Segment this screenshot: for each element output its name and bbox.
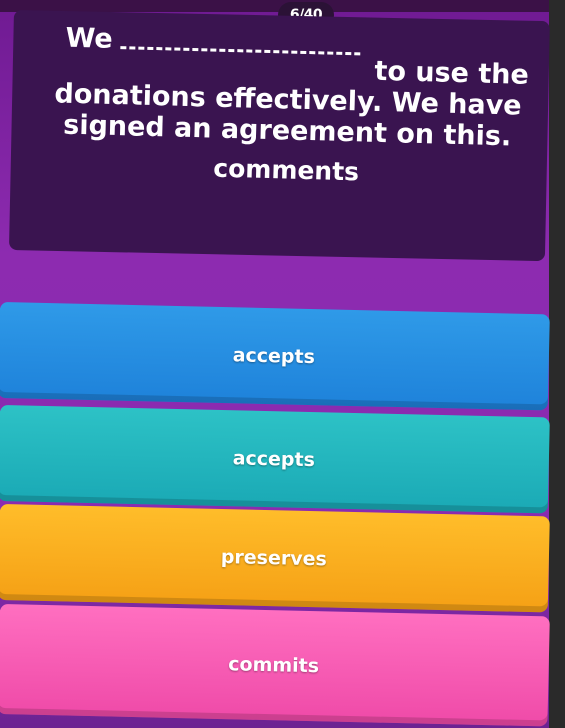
answer-option-2-label: accepts [232, 447, 316, 472]
answer-option-4-label: commits [228, 653, 320, 678]
answer-option-4[interactable]: commits [0, 604, 550, 727]
answer-option-1[interactable]: accepts [0, 302, 550, 411]
quiz-screen: 6/40 We to use the donations effectively… [0, 0, 565, 728]
answer-option-2[interactable]: accepts [0, 405, 550, 514]
answer-blank [120, 24, 362, 56]
answer-option-3-label: preserves [220, 546, 328, 571]
question-word-we: We [65, 22, 114, 55]
screen-edge [549, 0, 565, 728]
answer-option-3[interactable]: preserves [0, 504, 550, 613]
question-text: We to use the donations effectively. We … [36, 22, 540, 192]
answer-option-1-label: accepts [232, 344, 316, 369]
